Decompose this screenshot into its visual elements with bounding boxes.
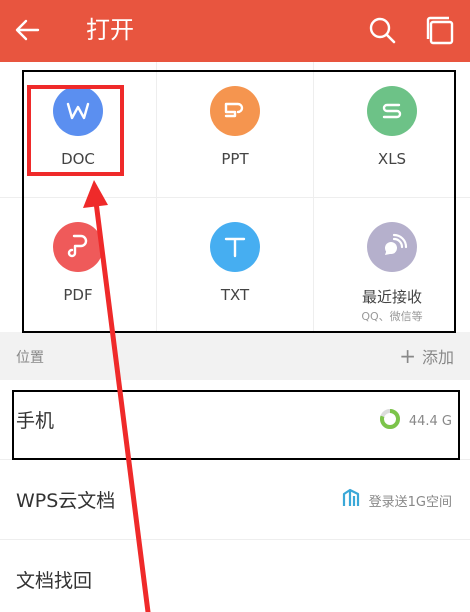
location-item-doc-recovery[interactable]: 文档找回: [0, 540, 470, 612]
location-item-wps-cloud[interactable]: WPS云文档 登录送1G空间: [0, 460, 470, 540]
location-name: WPS云文档: [16, 490, 116, 512]
plus-icon: +: [399, 344, 416, 368]
add-location-button[interactable]: + 添加: [399, 344, 454, 368]
cloud-doc-icon: [341, 488, 361, 512]
annotation-highlight-doc: [27, 85, 124, 176]
location-name: 文档找回: [16, 570, 93, 592]
search-icon[interactable]: [366, 14, 398, 46]
section-label: 位置: [16, 350, 44, 366]
page-title: 打开: [86, 16, 134, 44]
cloud-promo-text: 登录送1G空间: [368, 494, 452, 510]
location-section-header: 位置 + 添加: [0, 332, 470, 380]
add-label: 添加: [421, 348, 454, 367]
app-bar: 打开: [0, 0, 470, 62]
windows-icon[interactable]: [424, 14, 456, 46]
back-arrow-icon[interactable]: [12, 14, 44, 46]
annotation-box-phone: [12, 390, 460, 460]
